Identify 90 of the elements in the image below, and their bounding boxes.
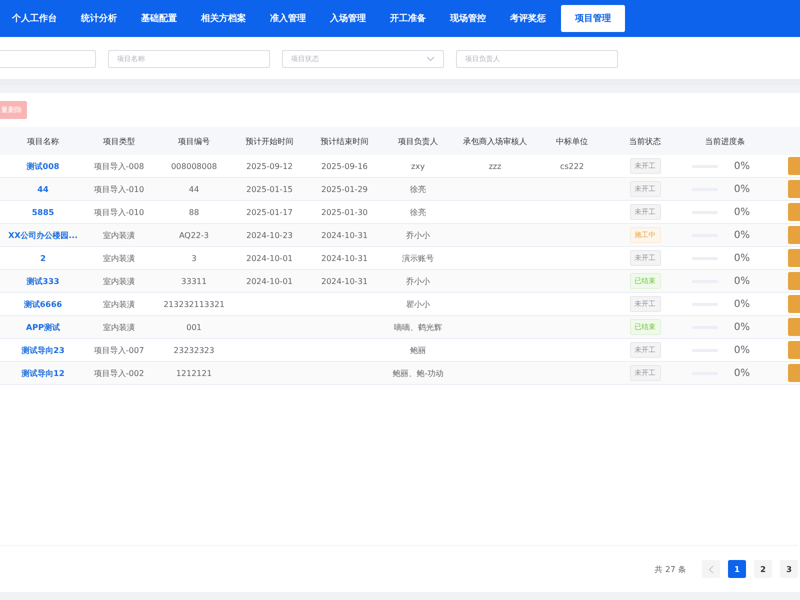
chevron-left-icon	[708, 564, 714, 574]
project-name-link[interactable]: 测试008	[26, 162, 60, 170]
nav-tab[interactable]: 考评奖惩	[501, 6, 555, 31]
page-button[interactable]: 3	[780, 560, 798, 578]
table-cell: 室内装潢	[103, 230, 135, 240]
progress-percent: 0%	[734, 184, 750, 194]
project-name-link[interactable]: 2	[40, 254, 46, 262]
table-cell: 2025-01-29	[321, 184, 368, 194]
progress-percent: 0%	[734, 230, 750, 240]
project-name-link[interactable]: APP测试	[26, 322, 60, 332]
table-cell: 室内装潢	[103, 322, 135, 332]
nav-tab[interactable]: 相关方档案	[192, 6, 255, 31]
column-header: 当前状态	[629, 136, 661, 146]
table-cell: 乔小小	[406, 276, 430, 286]
nav-tab[interactable]: 项目管理	[561, 5, 625, 32]
project-name-link[interactable]: 测试导向23	[21, 346, 65, 354]
table-cell: 项目导入-010	[94, 184, 144, 194]
table-cell: 室内装潢	[103, 276, 135, 286]
table-cell: 88	[188, 208, 200, 216]
previous-page-button[interactable]	[702, 560, 720, 578]
table-cell: 2025-01-17	[246, 208, 293, 216]
chevron-down-icon	[426, 56, 435, 62]
table-cell: 2025-09-16	[321, 162, 368, 170]
nav-tab[interactable]: 开工准备	[381, 6, 435, 31]
table-cell: 瞿小小	[406, 300, 430, 308]
column-header: 中标单位	[556, 136, 588, 146]
table-cell: AQ22-3	[179, 230, 209, 240]
table-cell: 3	[191, 254, 197, 262]
table-cell: 2024-10-01	[246, 254, 293, 262]
column-header: 承包商入场审核人	[463, 136, 527, 146]
total-count: 共 27 条	[654, 564, 686, 574]
progress-percent: 0%	[734, 252, 750, 264]
progress-percent: 0%	[734, 368, 750, 378]
table-cell: zzz	[488, 162, 502, 170]
table-cell: 33311	[181, 276, 207, 286]
table-cell: 2024-10-01	[246, 276, 293, 286]
column-header: 当前进度条	[705, 136, 745, 146]
progress-percent: 0%	[734, 206, 750, 218]
column-header: 预计开始时间	[246, 136, 294, 146]
project-name-link[interactable]: 5885	[32, 208, 54, 216]
table-cell: 213232113321	[163, 300, 225, 308]
table-cell: 嘀嘀、鹤光辉	[394, 322, 442, 332]
table-cell: 室内装潢	[103, 300, 135, 308]
nav-tab[interactable]: 入场管理	[321, 6, 375, 31]
progress-percent: 0%	[734, 298, 750, 310]
table-cell: zxy	[411, 162, 425, 170]
project-name-link[interactable]: 测试333	[26, 276, 60, 286]
table-cell: 项目导入-008	[94, 162, 144, 170]
table-cell: 2024-10-23	[246, 230, 293, 240]
table-cell: 2024-10-31	[321, 230, 368, 240]
nav-tab[interactable]: 现场管控	[441, 6, 495, 31]
table-cell: 001	[186, 322, 202, 332]
progress-percent: 0%	[734, 276, 750, 286]
table-cell: 乔小小	[406, 230, 430, 240]
input-field[interactable]	[0, 50, 96, 68]
table-cell: 2025-01-30	[321, 208, 368, 216]
project-name-link[interactable]: 测试6666	[24, 300, 62, 308]
progress-percent: 0%	[734, 160, 750, 172]
column-header: 项目名称	[27, 136, 59, 146]
table-cell: 2025-09-12	[246, 162, 293, 170]
table-cell: 008008008	[171, 162, 217, 170]
column-header: 项目编号	[178, 136, 210, 146]
table-cell: 徐亮	[410, 208, 426, 216]
progress-percent: 0%	[734, 344, 750, 356]
column-header: 预计结束时间	[320, 136, 368, 146]
table-cell: 2024-10-31	[321, 276, 368, 286]
nav-tab[interactable]: 基础配置	[132, 6, 186, 31]
table-cell: 演示账号	[402, 254, 434, 262]
table-cell: 鲍丽	[410, 346, 426, 354]
table-cell: 室内装潢	[103, 254, 135, 262]
table-cell: 徐亮	[410, 184, 426, 194]
nav-tab[interactable]: 统计分析	[72, 6, 126, 31]
table-cell: 23232323	[174, 346, 214, 354]
page-button[interactable]: 2	[754, 560, 772, 578]
table-cell: 项目导入-007	[94, 346, 144, 354]
table-cell: cs222	[560, 162, 584, 170]
progress-percent: 0%	[734, 322, 750, 332]
table-cell: 鲍丽、鲍-功动	[392, 368, 444, 378]
table-cell: 1212121	[176, 368, 212, 378]
table-cell: 2025-01-15	[246, 184, 293, 194]
column-header: 项目负责人	[398, 136, 438, 146]
nav-tab[interactable]: 准入管理	[261, 6, 315, 31]
column-header: 项目类型	[103, 136, 135, 146]
page-button[interactable]: 1	[728, 560, 746, 578]
table-cell: 项目导入-010	[94, 208, 144, 216]
table-cell: 44	[188, 184, 200, 194]
project-name-link[interactable]: 44	[37, 184, 49, 194]
table-cell: 2024-10-31	[321, 254, 368, 262]
nav-tab[interactable]: 个人工作台	[3, 6, 66, 31]
table-cell: 项目导入-002	[94, 368, 144, 378]
